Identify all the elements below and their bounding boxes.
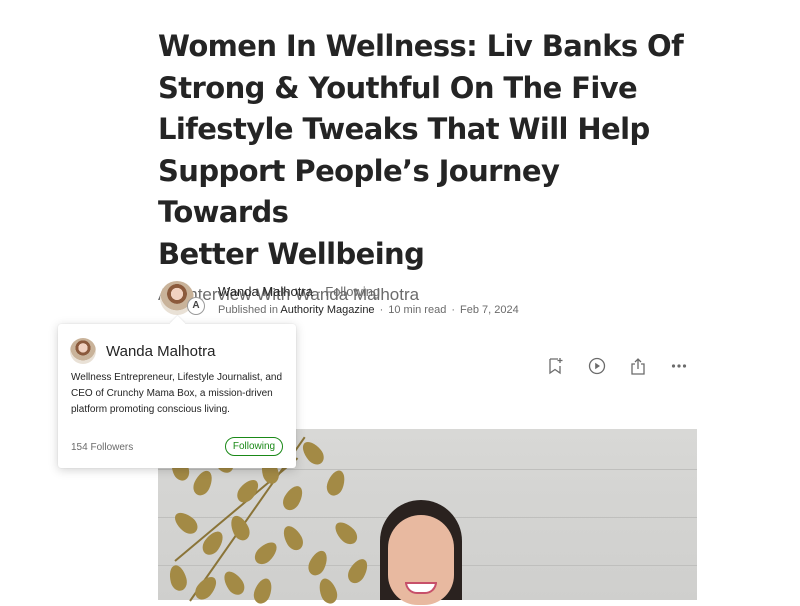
more-icon[interactable]: [668, 355, 690, 377]
play-icon[interactable]: [586, 355, 608, 377]
separator: ·: [316, 284, 322, 299]
author-name-link[interactable]: Wanda Malhotra: [218, 284, 313, 299]
hovercard-avatar[interactable]: [70, 338, 96, 364]
published-in-label: Published in: [218, 304, 278, 316]
hovercard-author-name[interactable]: Wanda Malhotra: [106, 343, 216, 360]
separator: ·: [451, 304, 455, 316]
publication-link[interactable]: Authority Magazine: [280, 304, 374, 316]
hovercard-followers-count[interactable]: 154 Followers: [71, 442, 133, 453]
follow-link[interactable]: Following: [325, 284, 380, 299]
share-icon[interactable]: [627, 355, 649, 377]
byline-author-line: Wanda Malhotra · Following: [218, 284, 380, 299]
byline: A Wanda Malhotra · Following Published in …: [158, 280, 698, 320]
article-header: Women In Wellness: Liv Banks Of Strong &…: [158, 26, 698, 306]
separator: ·: [379, 304, 384, 316]
bookmark-add-icon[interactable]: [545, 355, 567, 377]
hovercard-bio: Wellness Entrepreneur, Lifestyle Journal…: [71, 372, 283, 415]
byline-meta-line: Published in Authority Magazine · 10 min r…: [218, 304, 519, 316]
read-time: 10 min read: [388, 304, 447, 316]
publication-badge-icon[interactable]: A: [187, 297, 205, 315]
publish-date: Feb 7, 2024: [460, 304, 519, 316]
author-hovercard: Wanda Malhotra Wellness Entrepreneur, Li…: [58, 315, 296, 468]
article-title: Women In Wellness: Liv Banks Of Strong &…: [158, 29, 684, 271]
hovercard-following-button[interactable]: Following: [225, 437, 283, 456]
